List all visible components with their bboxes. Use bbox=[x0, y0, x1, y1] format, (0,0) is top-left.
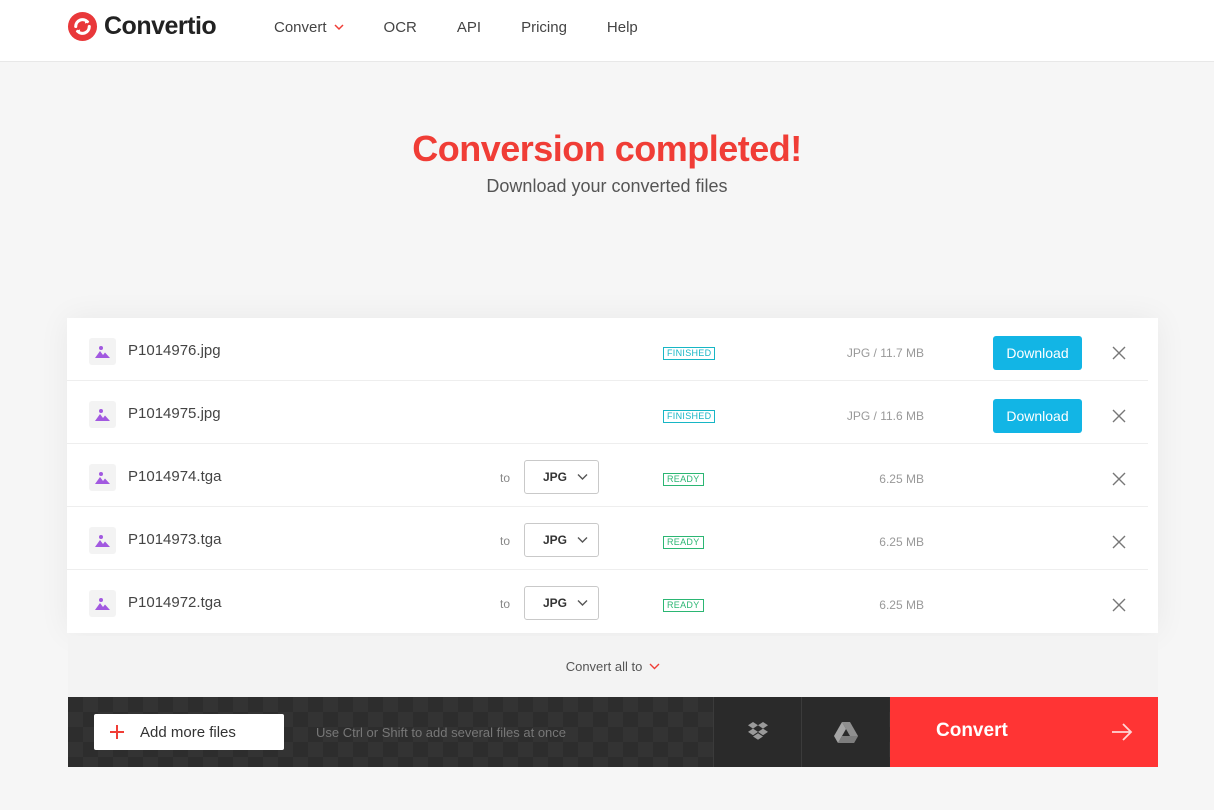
close-icon[interactable] bbox=[1111, 345, 1127, 361]
file-row: P1014972.tga to JPG READY 6.25 MB bbox=[67, 570, 1148, 633]
nav-convert[interactable]: Convert bbox=[274, 19, 344, 36]
status-badge: FINISHED bbox=[663, 410, 716, 423]
to-label: to bbox=[500, 534, 511, 548]
file-size: JPG / 11.6 MB bbox=[846, 409, 924, 423]
chevron-down-icon bbox=[649, 663, 660, 670]
file-row: P1014974.tga to JPG READY 6.25 MB bbox=[67, 444, 1148, 507]
format-select[interactable]: JPG bbox=[524, 523, 599, 557]
page-title: Conversion completed! bbox=[412, 128, 802, 169]
convert-all-bar: Convert all to bbox=[68, 636, 1158, 697]
file-size: JPG / 11.7 MB bbox=[846, 346, 924, 360]
nav-help[interactable]: Help bbox=[607, 19, 638, 36]
format-value: JPG bbox=[543, 533, 568, 547]
google-drive-icon bbox=[833, 721, 858, 743]
file-row: P1014973.tga to JPG READY 6.25 MB bbox=[67, 507, 1148, 570]
image-file-icon bbox=[89, 590, 116, 617]
upload-bar: Add more files Use Ctrl or Shift to add … bbox=[68, 697, 1158, 767]
close-icon[interactable] bbox=[1111, 597, 1127, 613]
convert-all-dropdown[interactable]: Convert all to bbox=[566, 659, 661, 674]
status-badge: READY bbox=[663, 536, 704, 549]
nav-pricing[interactable]: Pricing bbox=[521, 19, 567, 36]
file-name: P1014973.tga bbox=[128, 531, 222, 548]
file-list: P1014976.jpg FINISHED JPG / 11.7 MB Down… bbox=[67, 318, 1158, 633]
chevron-down-icon bbox=[577, 600, 588, 606]
image-file-icon bbox=[89, 401, 116, 428]
image-file-icon bbox=[89, 527, 116, 554]
convert-button[interactable]: Convert bbox=[890, 697, 1158, 767]
convertio-logo-icon bbox=[67, 11, 98, 42]
arrow-right-icon bbox=[1112, 723, 1133, 741]
download-button[interactable]: Download bbox=[993, 399, 1082, 433]
convert-all-label: Convert all to bbox=[565, 659, 643, 674]
nav-ocr[interactable]: OCR bbox=[384, 19, 417, 36]
status-badge: READY bbox=[663, 599, 704, 612]
download-button[interactable]: Download bbox=[993, 336, 1082, 370]
close-icon[interactable] bbox=[1111, 534, 1127, 550]
status-badge: FINISHED bbox=[663, 347, 716, 360]
multi-select-hint: Use Ctrl or Shift to add several files a… bbox=[316, 725, 567, 740]
file-size: 6.25 MB bbox=[879, 598, 924, 612]
nav-api[interactable]: API bbox=[457, 19, 481, 36]
to-label: to bbox=[500, 597, 511, 611]
status-badge: READY bbox=[663, 473, 704, 486]
chevron-down-icon bbox=[577, 474, 588, 480]
file-row: P1014976.jpg FINISHED JPG / 11.7 MB Down… bbox=[67, 318, 1148, 381]
chevron-down-icon bbox=[334, 23, 344, 30]
chevron-down-icon bbox=[577, 537, 588, 543]
dropbox-icon bbox=[747, 722, 768, 740]
google-drive-button[interactable] bbox=[801, 697, 889, 767]
file-row: P1014975.jpg FINISHED JPG / 11.6 MB Down… bbox=[67, 381, 1148, 444]
page-subtitle: Download your converted files bbox=[486, 176, 728, 196]
format-select[interactable]: JPG bbox=[524, 586, 599, 620]
file-name: P1014974.tga bbox=[128, 468, 222, 485]
close-icon[interactable] bbox=[1111, 471, 1127, 487]
top-header: Convertio Convert OCR API Pricing Help bbox=[0, 0, 1214, 62]
dropbox-button[interactable] bbox=[713, 697, 801, 767]
file-name: P1014976.jpg bbox=[128, 342, 221, 359]
image-file-icon bbox=[89, 464, 116, 491]
convert-button-label: Convert bbox=[936, 720, 1008, 741]
logo-text: Convertio bbox=[104, 12, 217, 40]
format-value: JPG bbox=[543, 596, 568, 610]
main-nav: Convert OCR API Pricing Help bbox=[274, 0, 678, 54]
image-file-icon bbox=[89, 338, 116, 365]
plus-icon bbox=[110, 725, 124, 739]
format-select[interactable]: JPG bbox=[524, 460, 599, 494]
logo[interactable]: Convertio bbox=[67, 11, 217, 42]
file-name: P1014972.tga bbox=[128, 594, 222, 611]
nav-convert-label: Convert bbox=[274, 18, 327, 36]
add-more-files-button[interactable]: Add more files bbox=[94, 714, 284, 750]
add-more-files-label: Add more files bbox=[140, 723, 236, 741]
file-name: P1014975.jpg bbox=[128, 405, 221, 422]
format-value: JPG bbox=[543, 470, 568, 484]
close-icon[interactable] bbox=[1111, 408, 1127, 424]
file-size: 6.25 MB bbox=[879, 535, 924, 549]
to-label: to bbox=[500, 471, 511, 485]
file-size: 6.25 MB bbox=[879, 472, 924, 486]
